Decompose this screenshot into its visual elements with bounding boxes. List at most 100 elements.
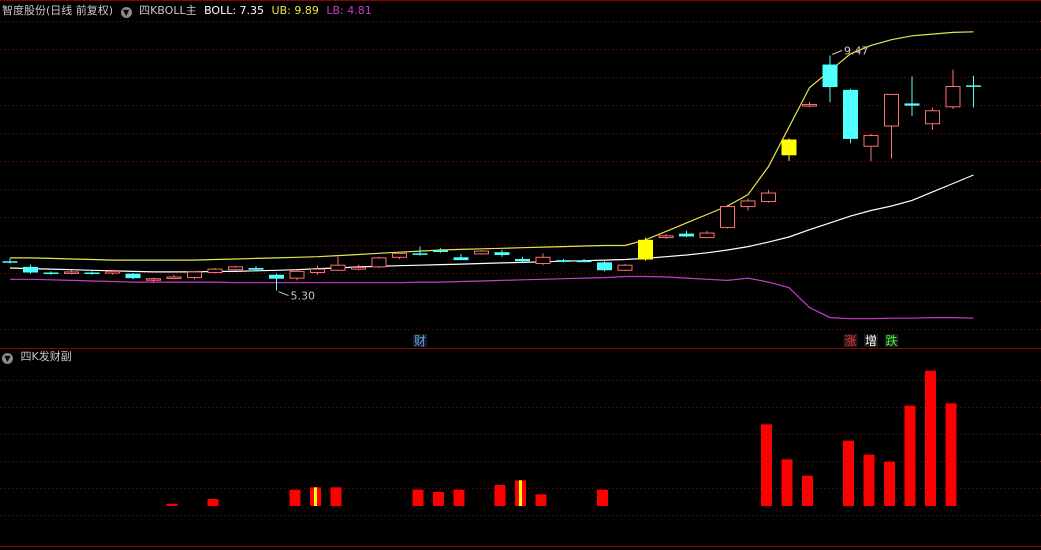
volume-bar	[412, 489, 424, 506]
volume-bar-body	[289, 489, 301, 506]
volume-bar-body	[433, 492, 444, 506]
candle-body	[371, 257, 387, 268]
volume-bar-body	[330, 487, 342, 506]
candle-body	[720, 206, 735, 228]
candle-body	[945, 86, 961, 108]
candle-body	[863, 135, 879, 147]
candle	[945, 69, 961, 110]
ub-value: UB: 9.89	[271, 4, 319, 17]
candle-body	[248, 268, 264, 270]
candle-body	[515, 258, 530, 262]
candle	[535, 253, 551, 266]
volume-bar-body	[945, 403, 957, 506]
candle-body	[269, 274, 284, 279]
candle	[863, 133, 879, 162]
stock-title: 智度股份(日线 前复权)	[2, 4, 114, 17]
candle-body	[843, 89, 858, 139]
candle-body	[925, 110, 940, 125]
candle	[515, 256, 530, 263]
volume-bar	[310, 487, 321, 506]
boll-lower-line	[10, 275, 974, 320]
candle	[884, 93, 899, 159]
volume-bar	[207, 499, 219, 506]
volume-bar	[761, 424, 772, 506]
candle	[166, 274, 182, 280]
volume-bar-body	[412, 489, 424, 506]
candle-body	[474, 250, 489, 255]
volume-bar-body	[884, 461, 895, 506]
candle-body	[781, 139, 797, 156]
volume-bar-chart[interactable]	[0, 349, 1041, 550]
candle	[494, 249, 510, 257]
volume-bar	[884, 461, 895, 506]
candle-body	[884, 93, 899, 127]
candle-body	[187, 271, 202, 279]
candle-body	[556, 260, 571, 262]
candle	[187, 270, 202, 280]
candle	[43, 271, 59, 275]
volume-bar-highlight	[314, 487, 317, 506]
candle-body	[761, 192, 776, 202]
signal-marker-zhang-text: 涨	[844, 333, 856, 348]
chevron-down-icon[interactable]: ▼	[2, 353, 13, 364]
candle	[761, 190, 776, 203]
candle-body	[617, 264, 633, 271]
candle	[453, 253, 469, 261]
signal-marker-zeng: 增	[864, 334, 878, 348]
sub-chart-panel[interactable]: ▼ 四K发财副	[0, 349, 1041, 550]
candle-body	[904, 103, 920, 106]
candlestick-chart[interactable]: 9.47 5.30 财 涨增跌	[0, 0, 1041, 349]
candle	[802, 101, 817, 108]
volume-bar-body	[843, 440, 854, 506]
candle	[433, 248, 448, 253]
volume-bar	[330, 487, 342, 506]
volume-bar-body	[925, 370, 936, 506]
candle-body	[23, 266, 38, 273]
volume-bar	[925, 370, 936, 506]
high-price-label: 9.47	[844, 45, 869, 58]
candle-body	[822, 64, 838, 88]
candle-body	[658, 235, 674, 239]
volume-bar-body	[863, 454, 875, 506]
signal-marker-cai-text: 财	[414, 334, 426, 348]
candle-body	[679, 233, 694, 237]
main-chart-panel[interactable]: 智度股份(日线 前复权) ▼ 四KBOLL主 BOLL: 7.35 UB: 9.…	[0, 0, 1041, 349]
candle-body	[535, 256, 551, 264]
volume-bar	[453, 489, 465, 506]
candle	[658, 234, 674, 239]
low-price-label: 5.30	[291, 290, 316, 303]
candle	[925, 107, 940, 130]
volume-bar-body	[761, 424, 772, 506]
candle	[228, 265, 243, 271]
signal-marker-cai: 财	[413, 334, 427, 348]
volume-bar-body	[597, 489, 608, 506]
candle	[474, 249, 489, 255]
sub-chart-header: ▼ 四K发财副	[2, 349, 76, 365]
candle	[289, 270, 305, 281]
candle-body	[166, 276, 182, 280]
volume-bar-body	[781, 459, 793, 506]
candle-body	[207, 268, 223, 274]
volume-bar	[843, 440, 854, 506]
candle-body	[310, 268, 325, 274]
volume-bar	[945, 403, 957, 506]
volume-bar	[515, 480, 526, 506]
sub-indicator-name[interactable]: 四K发财副	[21, 350, 72, 363]
candle	[23, 264, 38, 274]
volume-bar	[535, 494, 547, 506]
volume-bar-body	[802, 475, 813, 506]
chevron-down-icon[interactable]: ▼	[120, 7, 132, 18]
signal-marker-zhang: 涨	[843, 333, 858, 348]
candle-body	[412, 253, 428, 255]
candle-body	[576, 260, 592, 263]
indicator-name[interactable]: 四KBOLL主	[139, 4, 196, 17]
candle	[843, 88, 858, 144]
candle-body	[802, 104, 817, 107]
candle	[638, 237, 653, 261]
candle-body	[453, 257, 469, 261]
candle-body	[43, 272, 59, 275]
volume-bar	[289, 489, 301, 506]
candle-body	[699, 232, 715, 239]
candle	[966, 75, 981, 108]
candle-body	[289, 270, 305, 279]
